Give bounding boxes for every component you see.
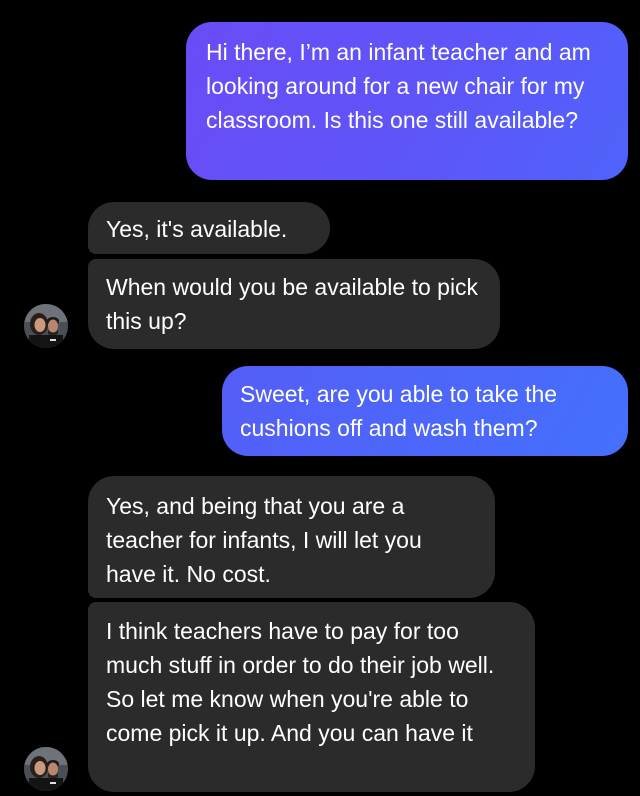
received-message-bubble[interactable]: Yes, and being that you are a teacher fo… — [88, 476, 495, 598]
avatar-photo-icon — [24, 304, 68, 348]
sent-message-bubble[interactable]: Sweet, are you able to take the cushions… — [222, 366, 628, 456]
contact-avatar[interactable] — [24, 304, 68, 348]
contact-avatar[interactable] — [24, 747, 68, 791]
received-message-bubble[interactable]: When would you be available to pick this… — [88, 259, 500, 349]
sent-message-bubble[interactable]: Hi there, I’m an infant teacher and am l… — [186, 22, 628, 180]
received-message-bubble[interactable]: I think teachers have to pay for too muc… — [88, 602, 535, 792]
received-message-bubble[interactable]: Yes, it's available. — [88, 202, 330, 254]
avatar-photo-icon — [24, 747, 68, 791]
